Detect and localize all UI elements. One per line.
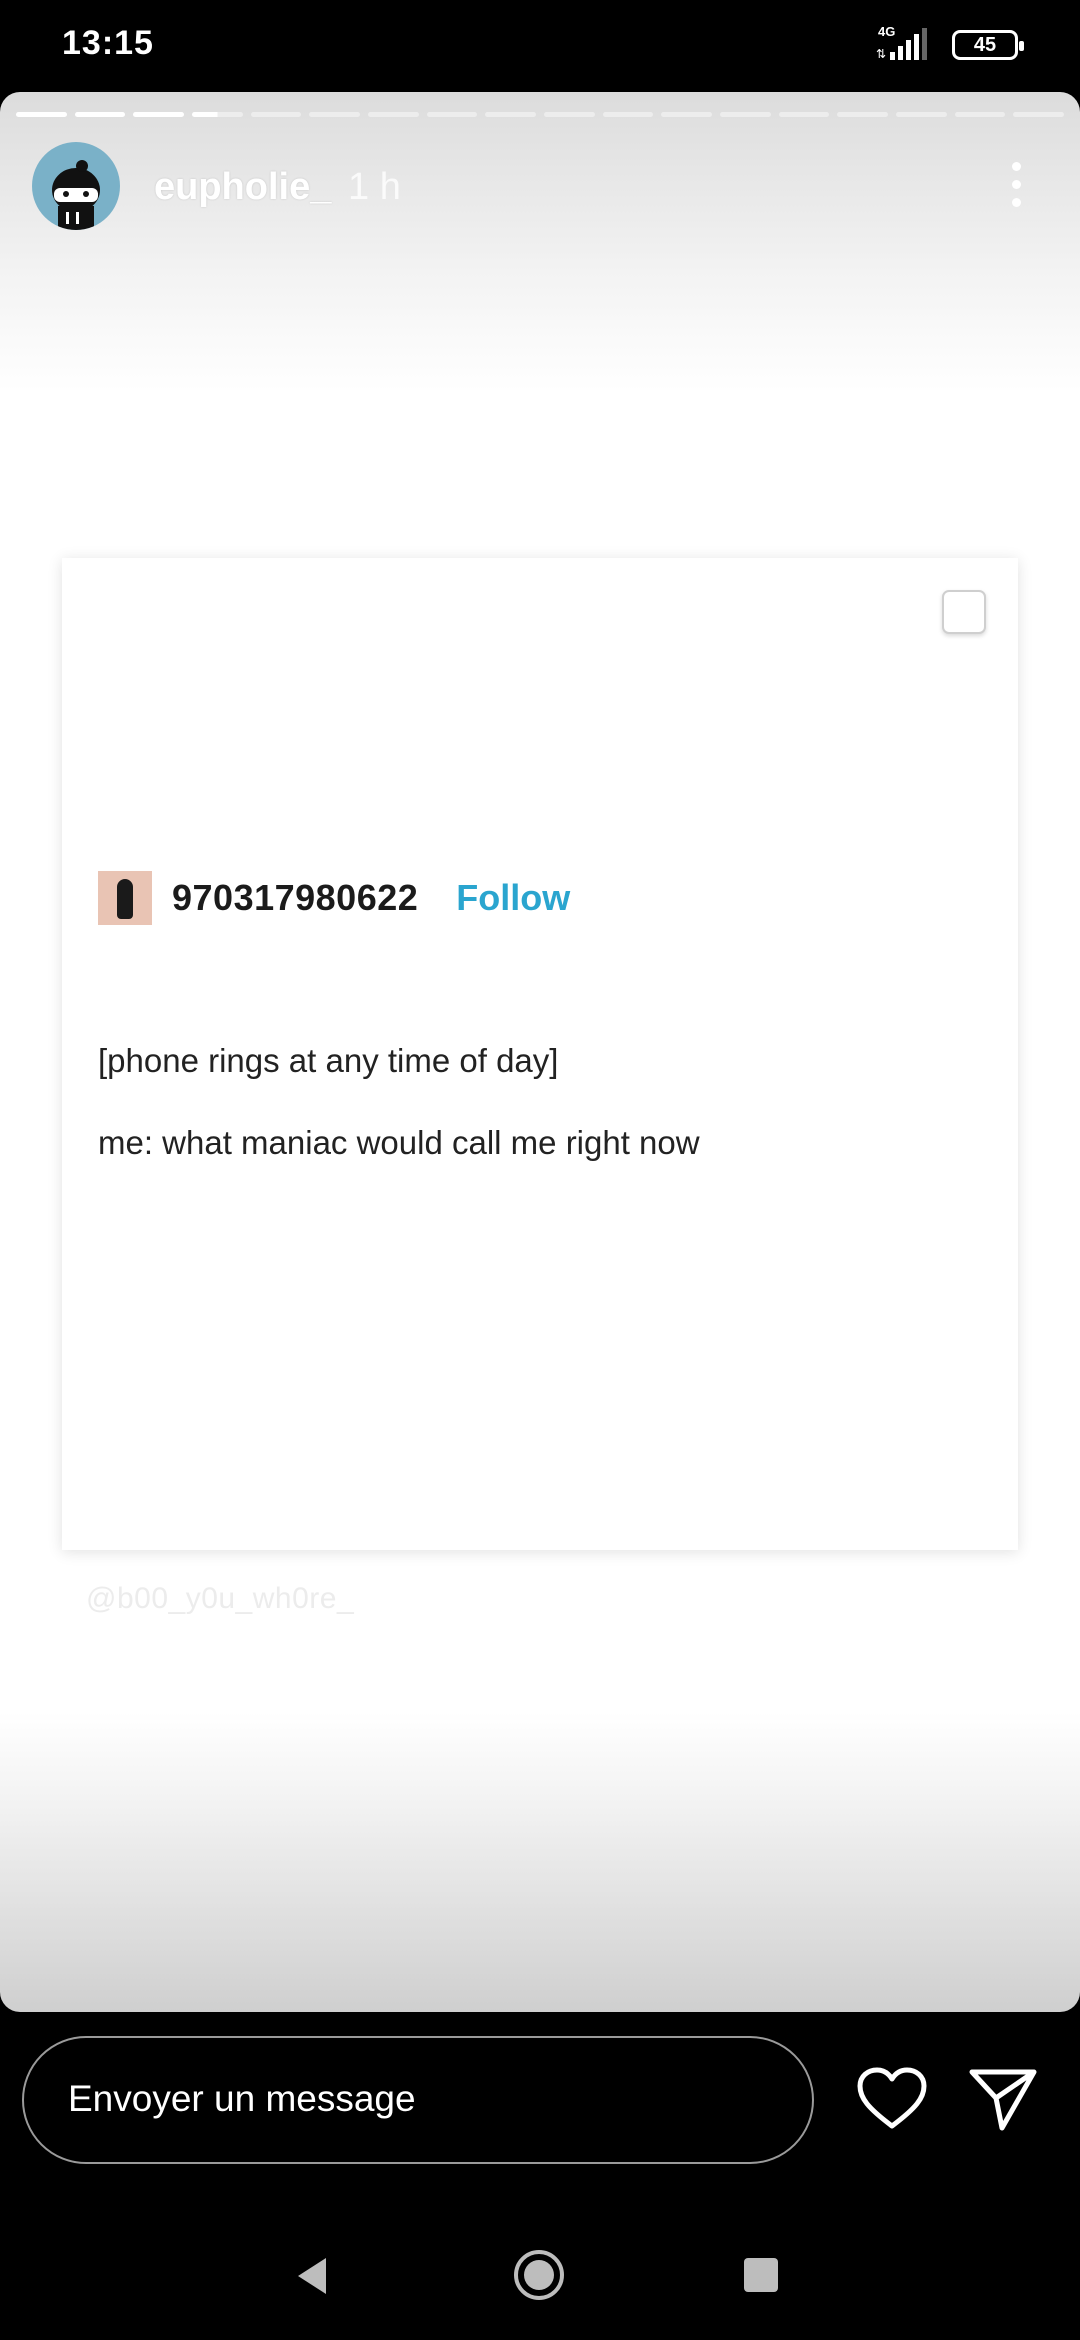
battery-icon: 45 (952, 30, 1024, 60)
progress-segment (954, 112, 1006, 117)
svg-text:⇅: ⇅ (876, 47, 886, 61)
post-author-row: 970317980622 Follow (98, 870, 570, 926)
more-options-icon[interactable] (1006, 162, 1026, 212)
progress-segment (74, 112, 126, 117)
progress-segment (309, 112, 361, 117)
post-author: 970317980622 (172, 877, 419, 918)
battery-level: 45 (973, 34, 997, 56)
message-placeholder: Envoyer un message (68, 2078, 416, 2119)
avatar[interactable] (32, 142, 120, 230)
post-text-line: me: what maniac would call me right now (98, 1124, 700, 1161)
status-time: 13:15 (62, 24, 154, 62)
send-icon[interactable] (968, 2066, 1038, 2132)
shared-post-card[interactable]: 970317980622 Follow [phone rings at any … (62, 558, 1018, 1550)
progress-segment (16, 112, 67, 117)
progress-segment (368, 112, 419, 117)
progress-segment (192, 112, 243, 117)
checkbox-icon (942, 590, 986, 634)
avatar-face-icon (52, 160, 100, 230)
message-input[interactable]: Envoyer un message (22, 2036, 814, 2164)
story-viewer[interactable]: eupholie_ 1 h 970317980622 Follow [phone… (0, 92, 1080, 2012)
progress-segment (837, 112, 889, 117)
post-avatar (98, 871, 152, 925)
network-type: 4G (878, 24, 895, 39)
story-time: 1 h (348, 166, 401, 208)
progress-segment (133, 112, 185, 117)
story-progress (16, 112, 1065, 117)
progress-segment (250, 112, 302, 117)
story-header: eupholie_ 1 h (32, 142, 1048, 236)
story-username[interactable]: eupholie_ (154, 166, 331, 209)
progress-segment (1013, 112, 1065, 117)
mention-watermark: @b00_y0u_wh0re_ (86, 1582, 355, 1615)
home-nav-icon[interactable] (512, 2248, 566, 2302)
post-text-line: [phone rings at any time of day] (98, 1042, 559, 1079)
heart-icon[interactable] (856, 2066, 928, 2132)
progress-segment (426, 112, 478, 117)
progress-segment (485, 112, 537, 117)
signal-icon: 4G ⇅ (876, 24, 927, 61)
recents-nav-icon[interactable] (744, 2258, 778, 2292)
progress-segment (661, 112, 713, 117)
progress-segment (544, 112, 595, 117)
progress-segment (720, 112, 771, 117)
progress-segment (896, 112, 947, 117)
follow-button[interactable]: Follow (456, 877, 570, 919)
progress-segment (778, 112, 830, 117)
progress-segment (602, 112, 654, 117)
back-nav-icon[interactable] (292, 2254, 332, 2298)
status-bar: 13:15 4G ⇅ 45 (0, 0, 1080, 92)
